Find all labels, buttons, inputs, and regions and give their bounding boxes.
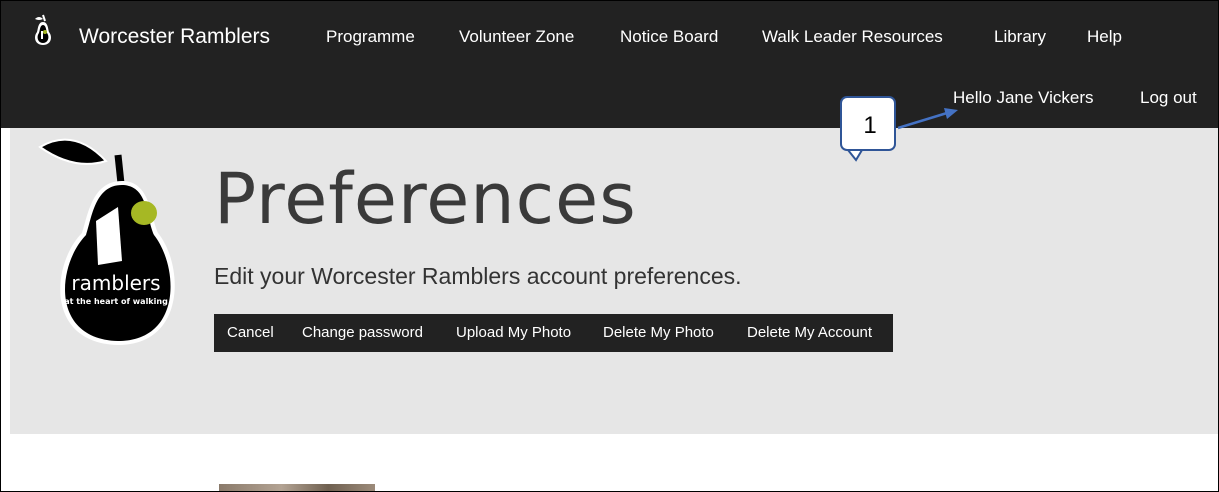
account-actions-bar: Cancel Change password Upload My Photo D… [214,314,893,352]
page-title: Preferences [214,158,637,240]
delete-photo-link[interactable]: Delete My Photo [603,324,714,341]
logo-tagline: at the heart of walking [64,297,168,306]
pear-logo-icon[interactable] [31,13,55,47]
nav-help[interactable]: Help [1087,27,1122,47]
logout-link[interactable]: Log out [1140,88,1197,108]
ramblers-pear-logo-icon [38,138,175,345]
nav-programme[interactable]: Programme [326,27,415,47]
page-subtitle: Edit your Worcester Ramblers account pre… [214,263,742,289]
change-password-link[interactable]: Change password [302,324,423,341]
page-frame: Worcester Ramblers Programme Volunteer Z… [0,0,1219,492]
upload-photo-link[interactable]: Upload My Photo [456,324,571,341]
top-navigation-bar: Worcester Ramblers Programme Volunteer Z… [1,1,1218,128]
site-name[interactable]: Worcester Ramblers [79,25,270,49]
user-greeting-link[interactable]: Hello Jane Vickers [953,88,1093,108]
nav-library[interactable]: Library [994,27,1046,47]
nav-notice-board[interactable]: Notice Board [620,27,718,47]
cancel-link[interactable]: Cancel [227,324,274,341]
nav-volunteer-zone[interactable]: Volunteer Zone [459,27,574,47]
delete-account-link[interactable]: Delete My Account [747,324,872,341]
nav-walk-leader-resources[interactable]: Walk Leader Resources [762,27,943,47]
annotation-number: 1 [863,112,877,139]
annotation-callout: 1 [840,96,896,151]
logo-wordmark: ramblers [71,271,161,295]
profile-photo [219,484,375,491]
